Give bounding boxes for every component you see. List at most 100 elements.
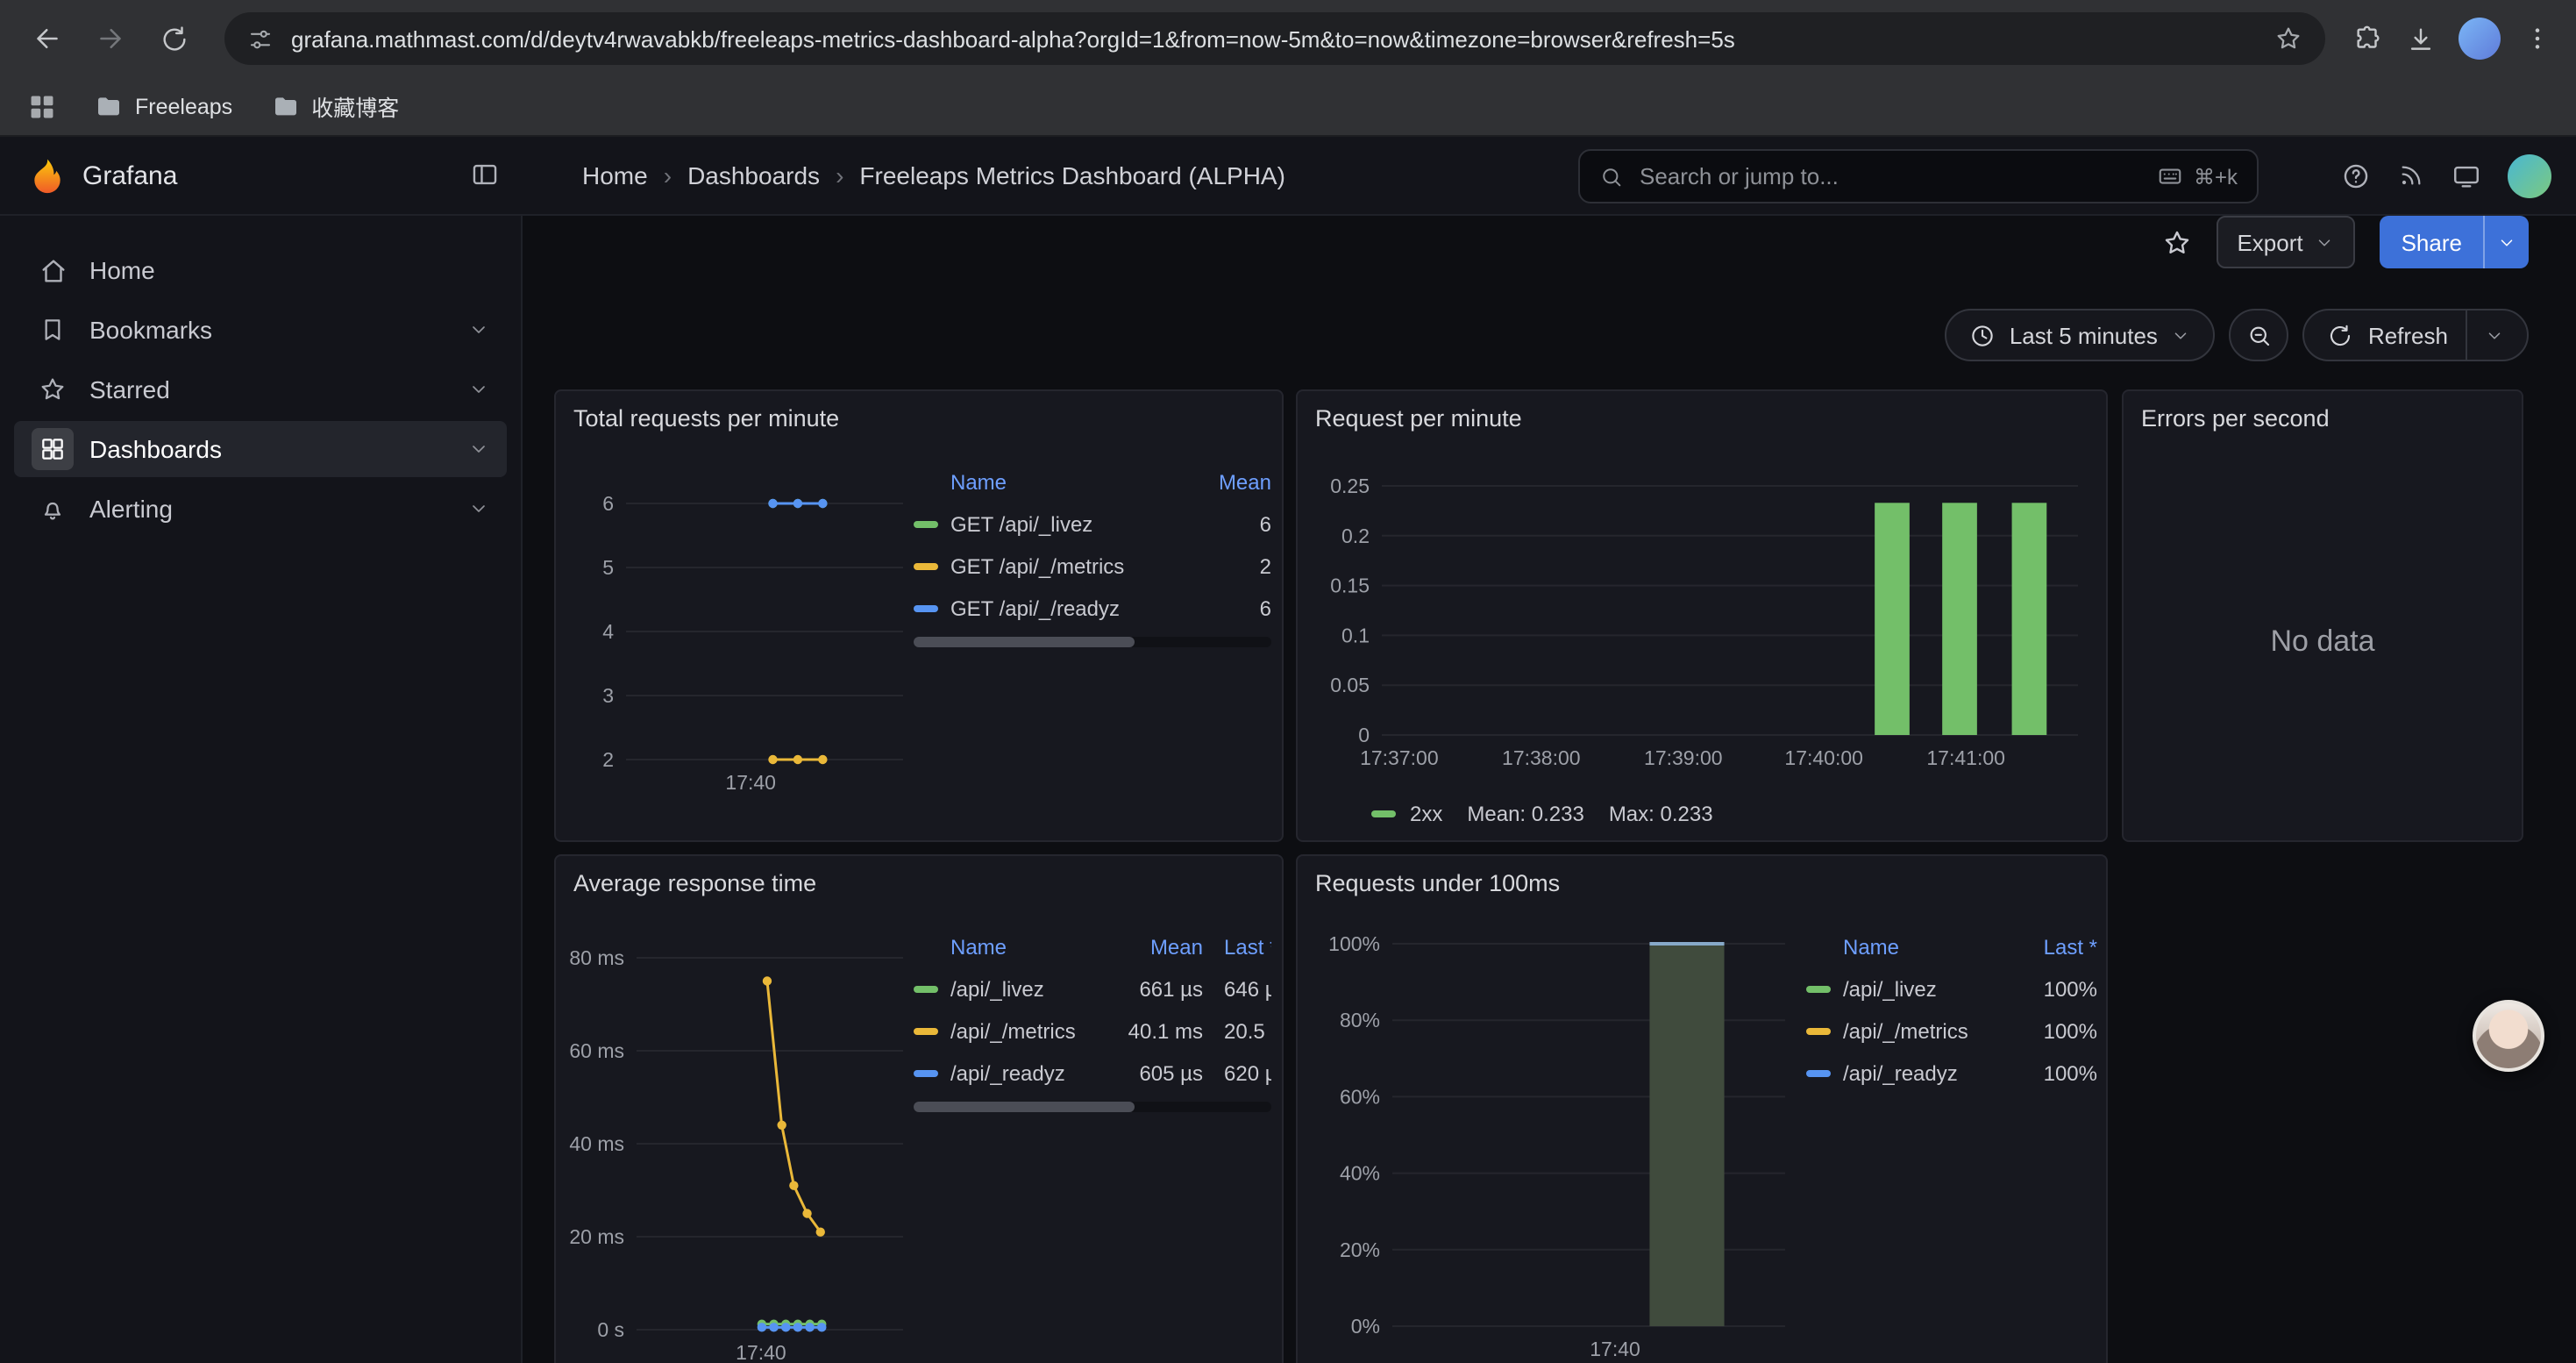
- share-button[interactable]: Share: [2380, 216, 2529, 268]
- series-name[interactable]: GET /api/_/readyz: [950, 596, 1260, 621]
- share-dropdown-button[interactable]: [2483, 216, 2529, 268]
- forward-icon: [95, 23, 126, 54]
- sidebar-toggle-icon[interactable]: [470, 160, 500, 189]
- svg-text:60 ms: 60 ms: [569, 1039, 624, 1062]
- series-name[interactable]: 2xx: [1410, 802, 1442, 826]
- legend-header-name[interactable]: Name: [950, 935, 1105, 960]
- line-chart[interactable]: 6543217:40: [566, 489, 914, 802]
- panel-errors-per-second: Errors per second No data: [2122, 389, 2523, 842]
- svg-text:17:37:00: 17:37:00: [1360, 746, 1439, 769]
- help-icon[interactable]: [2341, 161, 2371, 190]
- refresh-label: Refresh: [2368, 322, 2448, 348]
- header-actions: [2341, 137, 2551, 214]
- sidebar-item-home[interactable]: Home: [14, 242, 507, 298]
- scrollbar-thumb[interactable]: [914, 637, 1135, 647]
- user-avatar[interactable]: [2508, 153, 2551, 197]
- search-input[interactable]: Search or jump to... ⌘+k: [1578, 149, 2259, 203]
- panel-title[interactable]: Requests under 100ms: [1298, 856, 2106, 896]
- sidebar-item-dashboards[interactable]: Dashboards: [14, 421, 507, 477]
- series-mean: 661 µs: [1105, 977, 1203, 1002]
- series-swatch: [1806, 1070, 1831, 1077]
- svg-text:0%: 0%: [1351, 1315, 1380, 1338]
- series-name[interactable]: /api/_/metrics: [1843, 1019, 2044, 1044]
- refresh-button[interactable]: Refresh: [2303, 309, 2529, 361]
- news-rss-icon[interactable]: [2397, 161, 2425, 189]
- dashboard-actions: Export Share: [2161, 216, 2529, 268]
- keyboard-icon: [2157, 163, 2183, 189]
- forward-button[interactable]: [81, 9, 140, 68]
- line-chart[interactable]: 80 ms60 ms40 ms20 ms0 s17:40: [566, 947, 917, 1363]
- bookmark-folder-freeleaps[interactable]: Freeleaps: [95, 92, 232, 120]
- series-last: 20.5 ms: [1203, 1019, 1271, 1044]
- breadcrumb-dashboards[interactable]: Dashboards: [687, 161, 820, 189]
- series-last: 100%: [2044, 1061, 2097, 1086]
- back-button[interactable]: [18, 9, 77, 68]
- refresh-interval-dropdown[interactable]: [2485, 325, 2504, 345]
- legend-header-name[interactable]: Name: [950, 470, 1219, 495]
- series-swatch: [914, 563, 938, 570]
- grafana-brand[interactable]: Grafana: [28, 137, 177, 214]
- legend-header-last[interactable]: Last *: [1203, 935, 1271, 960]
- bar-chart[interactable]: 0.250.20.150.10.05017:37:0017:38:0017:39…: [1312, 472, 2096, 781]
- panel-title[interactable]: Request per minute: [1298, 391, 2106, 432]
- panel-average-response-time: Average response time 80 ms60 ms40 ms20 …: [554, 854, 1284, 1363]
- legend-scrollbar[interactable]: [914, 637, 1271, 647]
- zoom-out-button[interactable]: [2230, 309, 2289, 361]
- legend-scrollbar[interactable]: [914, 1102, 1271, 1112]
- panel-requests-under-100ms: Requests under 100ms 100%80%60%40%20%0%1…: [1296, 854, 2108, 1363]
- svg-text:60%: 60%: [1340, 1085, 1380, 1108]
- series-name[interactable]: /api/_/metrics: [950, 1019, 1105, 1044]
- bookmark-star-icon[interactable]: [2274, 25, 2302, 53]
- sidebar-item-starred[interactable]: Starred: [14, 361, 507, 417]
- export-button[interactable]: Export: [2216, 216, 2355, 268]
- profile-avatar[interactable]: [2459, 18, 2501, 60]
- svg-text:17:40:00: 17:40:00: [1784, 746, 1863, 769]
- panel-title[interactable]: Errors per second: [2124, 391, 2522, 432]
- series-name[interactable]: /api/_livez: [950, 977, 1105, 1002]
- sidebar-item-alerting[interactable]: Alerting: [14, 481, 507, 537]
- legend-row: /api/_readyz 100%: [1806, 1053, 2097, 1095]
- bar-chart[interactable]: 100%80%60%40%20%0%17:40: [1312, 933, 1796, 1363]
- url-bar[interactable]: grafana.mathmast.com/d/deytv4rwavabkb/fr…: [224, 12, 2325, 65]
- floating-avatar[interactable]: [2473, 1000, 2544, 1072]
- svg-text:0 s: 0 s: [597, 1318, 624, 1341]
- svg-text:17:41:00: 17:41:00: [1926, 746, 2005, 769]
- legend-header-mean[interactable]: Mean: [1219, 470, 1271, 495]
- series-name[interactable]: /api/_readyz: [950, 1061, 1105, 1086]
- panel-title[interactable]: Average response time: [556, 856, 1282, 896]
- extensions-icon[interactable]: [2353, 24, 2383, 54]
- back-icon: [32, 23, 63, 54]
- bookmark-folder-blogs[interactable]: 收藏博客: [271, 89, 399, 123]
- series-name[interactable]: GET /api/_livez: [950, 512, 1260, 537]
- panel-title[interactable]: Total requests per minute: [556, 391, 1282, 432]
- sidebar-item-label: Dashboards: [89, 435, 222, 463]
- svg-text:20%: 20%: [1340, 1238, 1380, 1261]
- legend-table: Name Mean Last * /api/_livez 661 µs 646 …: [914, 926, 1271, 1112]
- series-name[interactable]: GET /api/_/metrics: [950, 554, 1260, 579]
- legend-row: /api/_readyz 605 µs 620 µs: [914, 1053, 1271, 1095]
- sidebar-item-bookmarks[interactable]: Bookmarks: [14, 302, 507, 358]
- breadcrumb-home[interactable]: Home: [582, 161, 648, 189]
- time-range-picker[interactable]: Last 5 minutes: [1945, 309, 2216, 361]
- series-last: 620 µs: [1203, 1061, 1271, 1086]
- series-name[interactable]: /api/_livez: [1843, 977, 2044, 1002]
- scrollbar-thumb[interactable]: [914, 1102, 1135, 1112]
- bookmarks-bar: Freeleaps 收藏博客: [0, 77, 2576, 137]
- legend-header-mean[interactable]: Mean: [1105, 935, 1203, 960]
- series-mean: 40.1 ms: [1105, 1019, 1203, 1044]
- favorite-star-icon[interactable]: [2161, 227, 2191, 257]
- legend-row: /api/_livez 100%: [1806, 968, 2097, 1010]
- browser-menu-icon[interactable]: [2523, 25, 2551, 53]
- downloads-icon[interactable]: [2406, 24, 2436, 54]
- site-settings-icon[interactable]: [247, 25, 274, 52]
- series-name[interactable]: /api/_readyz: [1843, 1061, 2044, 1086]
- apps-grid-icon[interactable]: [28, 92, 56, 120]
- reload-button[interactable]: [144, 9, 203, 68]
- legend-row: GET /api/_livez 6: [914, 503, 1271, 546]
- legend-header-last[interactable]: Last *: [2044, 935, 2097, 960]
- clock-icon: [1969, 322, 1996, 348]
- sidebar-item-label: Alerting: [89, 495, 173, 523]
- display-icon[interactable]: [2451, 161, 2481, 190]
- svg-text:0.15: 0.15: [1330, 574, 1370, 597]
- legend-header-name[interactable]: Name: [1843, 935, 2044, 960]
